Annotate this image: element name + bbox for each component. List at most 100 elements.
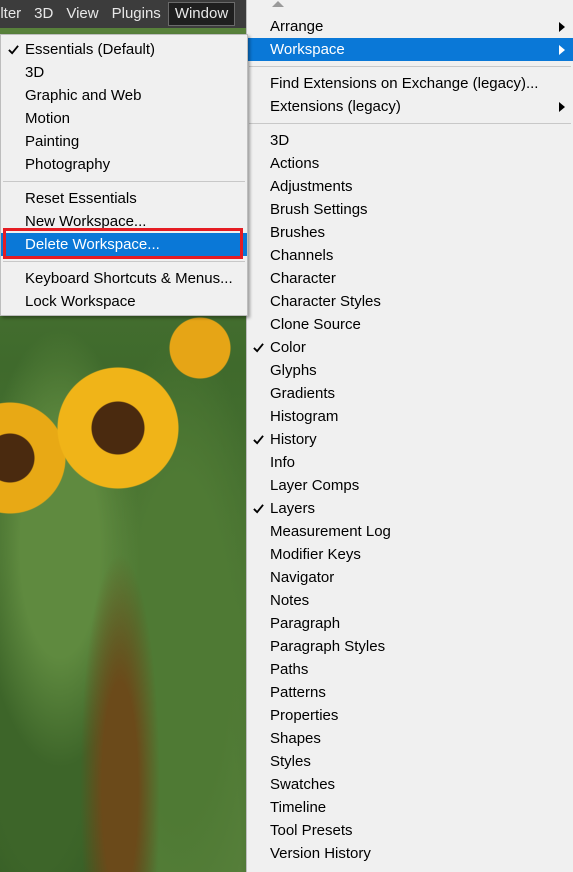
menu-view[interactable]: View — [60, 1, 104, 27]
menu-item-color[interactable]: Color — [247, 336, 573, 359]
menu-item-label: Properties — [270, 707, 339, 724]
menu-item-histogram[interactable]: Histogram — [247, 405, 573, 428]
checkmark-icon — [252, 428, 264, 451]
menu-item-paragraph[interactable]: Paragraph — [247, 612, 573, 635]
menu-item-label: Gradients — [270, 385, 336, 402]
menu-item-motion[interactable]: Motion — [1, 107, 247, 130]
menu-item-label: Clone Source — [270, 316, 361, 333]
menu-item-shapes[interactable]: Shapes — [247, 727, 573, 750]
menu-item-label: Character — [270, 270, 336, 287]
menu-item-measurement-log[interactable]: Measurement Log — [247, 520, 573, 543]
menu-item-label: Graphic and Web — [25, 87, 142, 104]
checkmark-icon — [252, 497, 264, 520]
menu-item-channels[interactable]: Channels — [247, 244, 573, 267]
menu-item-reset-essentials[interactable]: Reset Essentials — [1, 187, 247, 210]
menu-item-3d[interactable]: 3D — [247, 129, 573, 152]
menu-item-label: Measurement Log — [270, 523, 391, 540]
menu-item-label: Navigator — [270, 569, 335, 586]
menu-item-essentials[interactable]: Essentials (Default) — [1, 38, 247, 61]
menu-item-character[interactable]: Character — [247, 267, 573, 290]
menu-item-glyphs[interactable]: Glyphs — [247, 359, 573, 382]
menu-item-label: Notes — [270, 592, 310, 609]
menu-window[interactable]: Window — [167, 2, 236, 26]
checkmark-icon — [7, 38, 19, 61]
menu-plugins[interactable]: Plugins — [106, 1, 167, 27]
menu-item-version-history[interactable]: Version History — [247, 842, 573, 865]
menu-item-modifier-keys[interactable]: Modifier Keys — [247, 543, 573, 566]
menu-item-graphic-and-web[interactable]: Graphic and Web — [1, 84, 247, 107]
menu-item-label: Paths — [270, 661, 309, 678]
menu-item-label: Swatches — [270, 776, 336, 793]
menu-item-label: Info — [270, 454, 296, 471]
menu-item-label: History — [270, 431, 317, 448]
menu-item-layers[interactable]: Layers — [247, 497, 573, 520]
menu-item-swatches[interactable]: Swatches — [247, 773, 573, 796]
menu-item-layer-comps[interactable]: Layer Comps — [247, 474, 573, 497]
menu-item-painting[interactable]: Painting — [1, 130, 247, 153]
menu-item-paragraph-styles[interactable]: Paragraph Styles — [247, 635, 573, 658]
menu-item-label: Character Styles — [270, 293, 381, 310]
menu-separator — [249, 66, 571, 67]
menu-item-label: Glyphs — [270, 362, 317, 379]
menu-item-label: Paragraph — [270, 615, 341, 632]
menu-item-label: Styles — [270, 753, 311, 770]
menu-item-patterns[interactable]: Patterns — [247, 681, 573, 704]
menu-item-extensions[interactable]: Extensions (legacy) — [247, 95, 573, 118]
menu-item-photography[interactable]: Photography — [1, 153, 247, 176]
menu-item-label: Version History — [270, 845, 371, 862]
menu-item-workspace-3d[interactable]: 3D — [1, 61, 247, 84]
menu-item-label: Workspace — [270, 41, 345, 58]
menu-item-label: Delete Workspace... — [25, 236, 160, 253]
menu-separator — [3, 261, 245, 262]
menu-item-label: Reset Essentials — [25, 190, 137, 207]
menu-item-paths[interactable]: Paths — [247, 658, 573, 681]
menu-item-label: Paragraph Styles — [270, 638, 386, 655]
menu-item-label: Lock Workspace — [25, 293, 136, 310]
menu-item-label: Layer Comps — [270, 477, 360, 494]
menu-item-label: Shapes — [270, 730, 321, 747]
menu-item-info[interactable]: Info — [247, 451, 573, 474]
menu-item-label: Patterns — [270, 684, 326, 701]
menu-item-tool-presets[interactable]: Tool Presets — [247, 819, 573, 842]
menu-item-label: Adjustments — [270, 178, 353, 195]
menu-item-clone-source[interactable]: Clone Source — [247, 313, 573, 336]
menu-item-styles[interactable]: Styles — [247, 750, 573, 773]
menu-item-notes[interactable]: Notes — [247, 589, 573, 612]
menu-item-label: Histogram — [270, 408, 339, 425]
menu-item-history[interactable]: History — [247, 428, 573, 451]
menu-item-label: Tool Presets — [270, 822, 353, 839]
menu-item-label: Motion — [25, 110, 71, 127]
menu-item-properties[interactable]: Properties — [247, 704, 573, 727]
workspace-submenu: Essentials (Default) 3D Graphic and Web … — [0, 34, 248, 316]
menu-bar: ilter 3D View Plugins Window — [0, 0, 250, 28]
menu-item-find-extensions[interactable]: Find Extensions on Exchange (legacy)... — [247, 72, 573, 95]
menu-item-label: Extensions (legacy) — [270, 98, 401, 115]
menu-item-label: Color — [270, 339, 306, 356]
menu-item-timeline[interactable]: Timeline — [247, 796, 573, 819]
menu-item-arrange[interactable]: Arrange — [247, 15, 573, 38]
menu-item-label: 3D — [25, 64, 45, 81]
menu-item-label: Channels — [270, 247, 334, 264]
menu-item-label: Modifier Keys — [270, 546, 361, 563]
menu-item-adjustments[interactable]: Adjustments — [247, 175, 573, 198]
menu-item-gradients[interactable]: Gradients — [247, 382, 573, 405]
menu-item-brushes[interactable]: Brushes — [247, 221, 573, 244]
scroll-up-arrow[interactable] — [247, 0, 573, 15]
menu-item-delete-workspace[interactable]: Delete Workspace... — [1, 233, 247, 256]
menu-3d[interactable]: 3D — [28, 1, 59, 27]
menu-filter[interactable]: ilter — [0, 1, 27, 27]
menu-separator — [249, 123, 571, 124]
menu-item-new-workspace[interactable]: New Workspace... — [1, 210, 247, 233]
menu-item-label: Photography — [25, 156, 111, 173]
menu-item-workspace[interactable]: Workspace — [247, 38, 573, 61]
menu-item-keyboard-shortcuts[interactable]: Keyboard Shortcuts & Menus... — [1, 267, 247, 290]
menu-separator — [3, 181, 245, 182]
menu-item-label: Timeline — [270, 799, 327, 816]
menu-item-character-styles[interactable]: Character Styles — [247, 290, 573, 313]
menu-item-navigator[interactable]: Navigator — [247, 566, 573, 589]
menu-item-label: Essentials (Default) — [25, 41, 156, 58]
menu-item-label: Arrange — [270, 18, 324, 35]
menu-item-brush-settings[interactable]: Brush Settings — [247, 198, 573, 221]
menu-item-actions[interactable]: Actions — [247, 152, 573, 175]
menu-item-lock-workspace[interactable]: Lock Workspace — [1, 290, 247, 313]
